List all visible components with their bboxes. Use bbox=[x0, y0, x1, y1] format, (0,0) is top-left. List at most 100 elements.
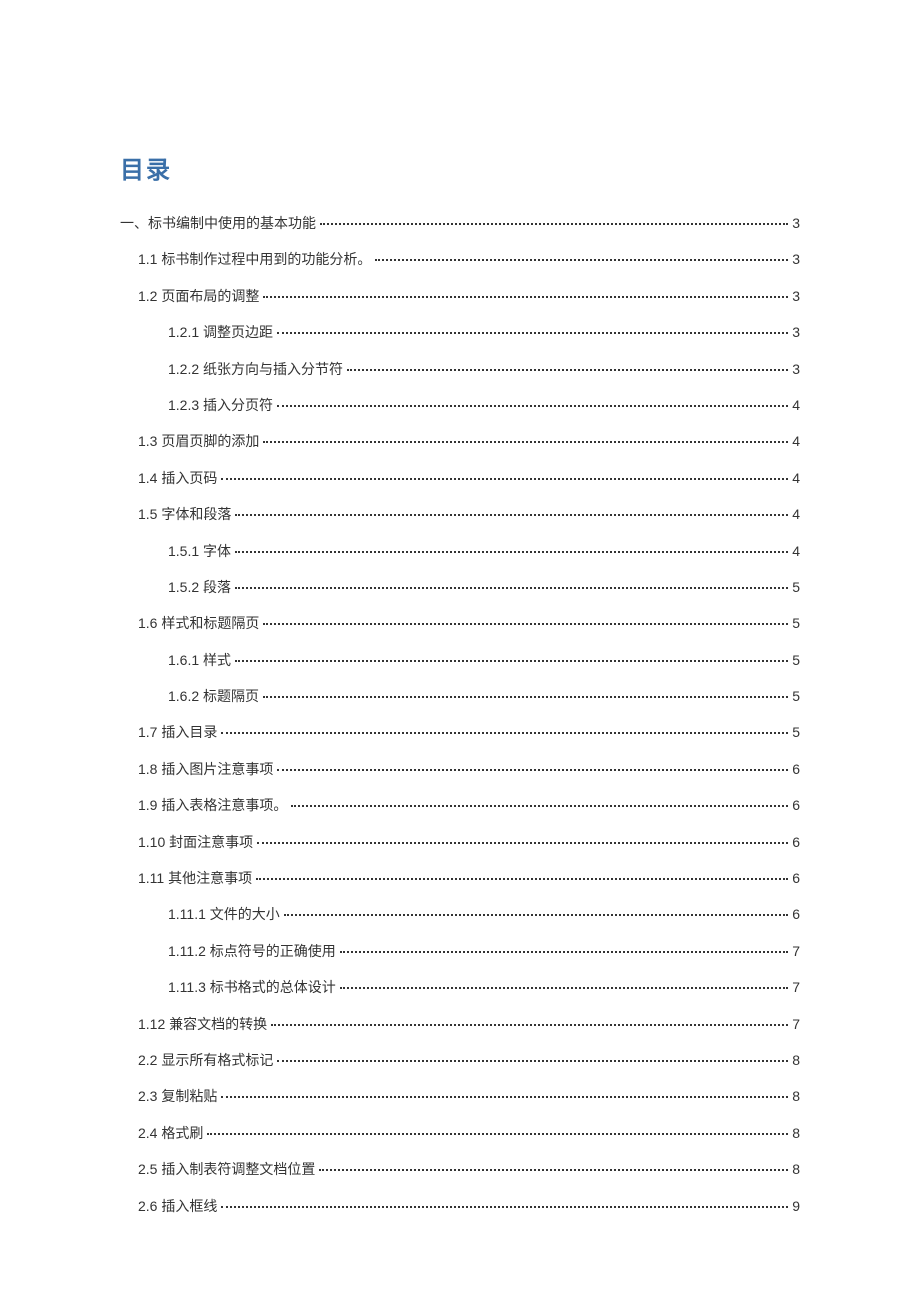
toc-entry-label: 1.11.3 标书格式的总体设计 bbox=[168, 969, 336, 1005]
toc-entry-page: 6 bbox=[792, 824, 800, 860]
toc-entry-page: 3 bbox=[792, 205, 800, 241]
toc-leader-dots bbox=[263, 441, 788, 443]
toc-entry-page: 4 bbox=[792, 533, 800, 569]
toc-leader-dots bbox=[207, 1133, 788, 1135]
toc-entry-page: 4 bbox=[792, 496, 800, 532]
toc-leader-dots bbox=[277, 769, 788, 771]
toc-entry[interactable]: 1.3 页眉页脚的添加 4 bbox=[138, 423, 800, 459]
toc-entry[interactable]: 1.11 其他注意事项 6 bbox=[138, 860, 800, 896]
toc-entry-page: 8 bbox=[792, 1042, 800, 1078]
toc-entry[interactable]: 1.5 字体和段落 4 bbox=[138, 496, 800, 532]
toc-entry[interactable]: 2.3 复制粘贴 8 bbox=[138, 1078, 800, 1114]
toc-entry[interactable]: 1.11.3 标书格式的总体设计 7 bbox=[168, 969, 800, 1005]
toc-entry[interactable]: 1.7 插入目录 5 bbox=[138, 714, 800, 750]
toc-leader-dots bbox=[221, 1096, 788, 1098]
toc-entry[interactable]: 1.10 封面注意事项 6 bbox=[138, 824, 800, 860]
toc-entry-label: 1.6.1 样式 bbox=[168, 642, 231, 678]
toc-entry-label: 1.2 页面布局的调整 bbox=[138, 278, 259, 314]
toc-entry-label: 1.5 字体和段落 bbox=[138, 496, 231, 532]
toc-leader-dots bbox=[340, 951, 788, 953]
toc-entry-page: 4 bbox=[792, 423, 800, 459]
toc-entry-label: 1.6 样式和标题隔页 bbox=[138, 605, 259, 641]
toc-entry-label: 1.11.1 文件的大小 bbox=[168, 896, 280, 932]
toc-entry[interactable]: 1.6.2 标题隔页 5 bbox=[168, 678, 800, 714]
toc-entry-page: 3 bbox=[792, 278, 800, 314]
toc-entry-label: 1.11 其他注意事项 bbox=[138, 860, 252, 896]
toc-entry-label: 1.5.1 字体 bbox=[168, 533, 231, 569]
toc-entry-page: 8 bbox=[792, 1078, 800, 1114]
toc-entry[interactable]: 1.4 插入页码 4 bbox=[138, 460, 800, 496]
toc-entry[interactable]: 1.5.2 段落5 bbox=[168, 569, 800, 605]
toc-entry[interactable]: 1.2.1 调整页边距3 bbox=[168, 314, 800, 350]
toc-entry[interactable]: 1.6 样式和标题隔页 5 bbox=[138, 605, 800, 641]
toc-leader-dots bbox=[263, 623, 788, 625]
toc-entry-label: 1.8 插入图片注意事项 bbox=[138, 751, 273, 787]
toc-entry[interactable]: 1.1 标书制作过程中用到的功能分析。 3 bbox=[138, 241, 800, 277]
toc-list: 一、标书编制中使用的基本功能31.1 标书制作过程中用到的功能分析。31.2 页… bbox=[120, 205, 800, 1224]
toc-leader-dots bbox=[257, 842, 788, 844]
toc-entry-page: 6 bbox=[792, 751, 800, 787]
toc-leader-dots bbox=[221, 1206, 788, 1208]
toc-entry[interactable]: 1.2 页面布局的调整 3 bbox=[138, 278, 800, 314]
toc-entry[interactable]: 1.2.2 纸张方向与插入分节符 3 bbox=[168, 351, 800, 387]
toc-entry[interactable]: 1.6.1 样式5 bbox=[168, 642, 800, 678]
toc-entry-label: 1.2.3 插入分页符 bbox=[168, 387, 273, 423]
toc-entry-label: 1.9 插入表格注意事项。 bbox=[138, 787, 287, 823]
toc-entry-page: 3 bbox=[792, 241, 800, 277]
toc-entry-label: 1.10 封面注意事项 bbox=[138, 824, 253, 860]
toc-entry-page: 3 bbox=[792, 314, 800, 350]
toc-entry[interactable]: 1.5.1 字体 4 bbox=[168, 533, 800, 569]
toc-entry-label: 2.2 显示所有格式标记 bbox=[138, 1042, 273, 1078]
toc-leader-dots bbox=[235, 551, 788, 553]
toc-entry[interactable]: 1.9 插入表格注意事项。 6 bbox=[138, 787, 800, 823]
toc-leader-dots bbox=[340, 987, 788, 989]
toc-entry-page: 5 bbox=[792, 714, 800, 750]
toc-entry-page: 8 bbox=[792, 1115, 800, 1151]
toc-leader-dots bbox=[347, 369, 788, 371]
toc-entry[interactable]: 1.12 兼容文档的转换7 bbox=[138, 1006, 800, 1042]
toc-entry-label: 1.4 插入页码 bbox=[138, 460, 217, 496]
toc-entry-label: 一、标书编制中使用的基本功能 bbox=[120, 205, 316, 241]
toc-entry[interactable]: 1.8 插入图片注意事项 6 bbox=[138, 751, 800, 787]
toc-entry-label: 1.11.2 标点符号的正确使用 bbox=[168, 933, 336, 969]
toc-entry-label: 2.6 插入框线 bbox=[138, 1188, 217, 1224]
toc-entry-page: 5 bbox=[792, 569, 800, 605]
toc-entry-page: 8 bbox=[792, 1151, 800, 1187]
toc-entry-page: 4 bbox=[792, 460, 800, 496]
toc-entry-page: 7 bbox=[792, 933, 800, 969]
toc-entry-page: 7 bbox=[792, 969, 800, 1005]
toc-leader-dots bbox=[277, 332, 788, 334]
toc-entry-label: 1.2.2 纸张方向与插入分节符 bbox=[168, 351, 343, 387]
toc-entry[interactable]: 1.2.3 插入分页符4 bbox=[168, 387, 800, 423]
toc-entry-label: 1.6.2 标题隔页 bbox=[168, 678, 259, 714]
toc-leader-dots bbox=[319, 1169, 788, 1171]
toc-leader-dots bbox=[221, 732, 788, 734]
toc-leader-dots bbox=[320, 223, 788, 225]
toc-leader-dots bbox=[235, 587, 788, 589]
toc-leader-dots bbox=[277, 1060, 788, 1062]
toc-leader-dots bbox=[284, 914, 788, 916]
toc-entry[interactable]: 2.4 格式刷8 bbox=[138, 1115, 800, 1151]
toc-entry[interactable]: 2.5 插入制表符调整文档位置8 bbox=[138, 1151, 800, 1187]
toc-entry[interactable]: 1.11.2 标点符号的正确使用 7 bbox=[168, 933, 800, 969]
toc-entry[interactable]: 2.2 显示所有格式标记 8 bbox=[138, 1042, 800, 1078]
toc-entry-page: 3 bbox=[792, 351, 800, 387]
toc-entry-page: 7 bbox=[792, 1006, 800, 1042]
toc-entry-page: 6 bbox=[792, 787, 800, 823]
toc-entry-page: 5 bbox=[792, 605, 800, 641]
toc-entry[interactable]: 2.6 插入框线9 bbox=[138, 1188, 800, 1224]
toc-leader-dots bbox=[235, 660, 788, 662]
toc-entry[interactable]: 一、标书编制中使用的基本功能 3 bbox=[120, 205, 800, 241]
toc-leader-dots bbox=[263, 696, 788, 698]
toc-entry-page: 5 bbox=[792, 678, 800, 714]
toc-title: 目录 bbox=[120, 150, 800, 185]
toc-entry[interactable]: 1.11.1 文件的大小 6 bbox=[168, 896, 800, 932]
toc-entry-page: 6 bbox=[792, 896, 800, 932]
toc-entry-label: 1.3 页眉页脚的添加 bbox=[138, 423, 259, 459]
toc-entry-label: 1.1 标书制作过程中用到的功能分析。 bbox=[138, 241, 371, 277]
toc-entry-label: 2.3 复制粘贴 bbox=[138, 1078, 217, 1114]
toc-leader-dots bbox=[271, 1024, 788, 1026]
toc-leader-dots bbox=[277, 405, 788, 407]
toc-entry-page: 6 bbox=[792, 860, 800, 896]
toc-entry-label: 1.7 插入目录 bbox=[138, 714, 217, 750]
